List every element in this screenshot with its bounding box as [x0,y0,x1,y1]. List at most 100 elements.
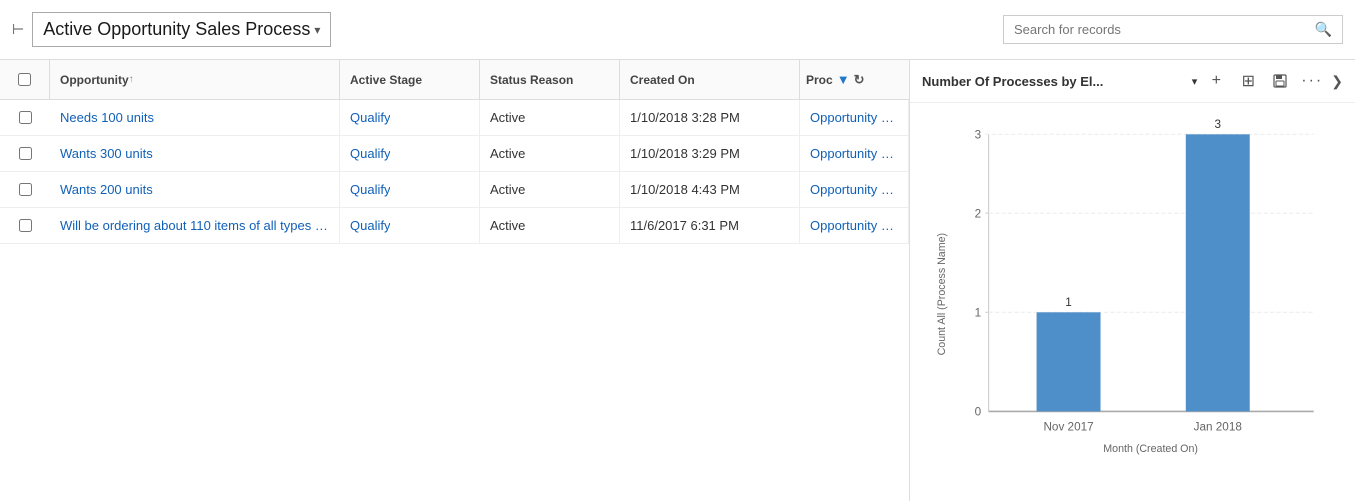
opportunity-link-2[interactable]: Wants 200 units [60,182,153,197]
table-row: Needs 100 units Qualify Active 1/10/2018… [0,100,909,136]
search-icon[interactable]: 🔍 [1315,21,1332,38]
header: ⊢ Active Opportunity Sales Process ▾ 🔍 [0,0,1355,60]
chart-grid-button[interactable]: ⊞ [1235,68,1261,94]
bar-jan-2018 [1186,134,1250,411]
title-dropdown[interactable]: Active Opportunity Sales Process ▾ [32,12,331,47]
y-tick-1: 1 [975,307,982,320]
column-label-status-reason: Status Reason [490,73,573,87]
column-header-status-reason[interactable]: Status Reason [480,60,620,99]
column-header-created-on[interactable]: Created On [620,60,800,99]
cell-opportunity-0: Needs 100 units [50,100,340,135]
cell-opportunity-2: Wants 200 units [50,172,340,207]
active-stage-link-1[interactable]: Qualify [350,146,390,161]
x-axis-label: Month (Created On) [1103,443,1198,455]
active-stage-link-0[interactable]: Qualify [350,110,390,125]
cell-active-stage-0: Qualify [340,100,480,135]
cell-proc-1: Opportunity Sa... [800,136,909,171]
row-checkbox-1[interactable] [0,136,50,171]
opportunity-link-1[interactable]: Wants 300 units [60,146,153,161]
chart-save-button[interactable] [1267,68,1293,94]
column-header-process[interactable]: Proc ▼ ↻ [800,60,909,99]
cell-status-0: Active [480,100,620,135]
x-label-jan: Jan 2018 [1194,421,1243,434]
cell-active-stage-3: Qualify [340,208,480,243]
chart-section: Number Of Processes by El... ▾ + ⊞ ··· ❯… [910,60,1355,501]
cell-proc-3: Opportunity Sa... [800,208,909,243]
chart-more-button[interactable]: ··· [1299,68,1325,94]
page-title: Active Opportunity Sales Process [43,19,310,40]
refresh-icon[interactable]: ↻ [854,72,865,88]
cell-created-0: 1/10/2018 3:28 PM [620,100,800,135]
search-box[interactable]: 🔍 [1003,15,1343,44]
y-tick-2: 2 [975,207,982,220]
chart-svg: Count All (Process Name) 0 1 2 3 [930,113,1335,475]
checkbox-2[interactable] [19,183,32,196]
table-row: Will be ordering about 110 items of all … [0,208,909,244]
select-all-column[interactable] [0,60,50,99]
created-text-2: 1/10/2018 4:43 PM [630,182,740,197]
filter-icon[interactable]: ▼ [837,72,850,87]
column-header-opportunity[interactable]: Opportunity ↑ [50,60,340,99]
opportunity-link-3[interactable]: Will be ordering about 110 items of all … [60,218,329,233]
column-label-active-stage: Active Stage [350,73,422,87]
cell-proc-0: Opportunity Sa... [800,100,909,135]
checkbox-0[interactable] [19,111,32,124]
table-header: Opportunity ↑ Active Stage Status Reason… [0,60,909,100]
column-label-opportunity: Opportunity [60,73,129,87]
cell-created-3: 11/6/2017 6:31 PM [620,208,800,243]
proc-link-2[interactable]: Opportunity Sa... [810,182,898,197]
cell-active-stage-2: Qualify [340,172,480,207]
table-row: Wants 300 units Qualify Active 1/10/2018… [0,136,909,172]
cell-proc-2: Opportunity Sa... [800,172,909,207]
cell-status-1: Active [480,136,620,171]
bar-nov-2017 [1037,312,1101,411]
chart-dropdown-icon[interactable]: ▾ [1192,75,1198,88]
select-all-checkbox[interactable] [18,73,31,86]
table-section: Opportunity ↑ Active Stage Status Reason… [0,60,910,501]
column-header-active-stage[interactable]: Active Stage [340,60,480,99]
cell-opportunity-3: Will be ordering about 110 items of all … [50,208,340,243]
proc-link-1[interactable]: Opportunity Sa... [810,146,898,161]
chevron-down-icon: ▾ [314,23,320,37]
active-stage-link-2[interactable]: Qualify [350,182,390,197]
cell-status-2: Active [480,172,620,207]
chart-add-button[interactable]: + [1203,68,1229,94]
active-stage-link-3[interactable]: Qualify [350,218,390,233]
row-checkbox-2[interactable] [0,172,50,207]
pin-icon: ⊢ [12,21,24,38]
search-input[interactable] [1014,22,1315,37]
main-content: Opportunity ↑ Active Stage Status Reason… [0,60,1355,501]
opportunity-link-0[interactable]: Needs 100 units [60,110,154,125]
bar-label-nov: 1 [1065,296,1072,309]
row-checkbox-3[interactable] [0,208,50,243]
proc-link-3[interactable]: Opportunity Sa... [810,218,898,233]
y-axis-label: Count All (Process Name) [936,233,948,355]
checkbox-1[interactable] [19,147,32,160]
status-text-3: Active [490,218,525,233]
table-body: Needs 100 units Qualify Active 1/10/2018… [0,100,909,501]
y-tick-0: 0 [975,406,982,419]
cell-created-1: 1/10/2018 3:29 PM [620,136,800,171]
bar-label-jan: 3 [1214,118,1221,131]
cell-opportunity-1: Wants 300 units [50,136,340,171]
chart-area: Count All (Process Name) 0 1 2 3 [910,103,1355,501]
status-text-2: Active [490,182,525,197]
cell-active-stage-1: Qualify [340,136,480,171]
y-tick-3: 3 [975,129,982,142]
status-text-0: Active [490,110,525,125]
row-checkbox-0[interactable] [0,100,50,135]
dots-icon: ··· [1301,72,1323,90]
chart-header: Number Of Processes by El... ▾ + ⊞ ··· ❯ [910,60,1355,103]
header-left: ⊢ Active Opportunity Sales Process ▾ [12,12,331,47]
proc-link-0[interactable]: Opportunity Sa... [810,110,898,125]
created-text-3: 11/6/2017 6:31 PM [630,218,739,233]
sort-icon: ↑ [129,74,134,85]
x-label-nov: Nov 2017 [1043,421,1093,434]
column-label-process: Proc [806,73,833,87]
chart-expand-icon[interactable]: ❯ [1331,73,1343,90]
checkbox-3[interactable] [19,219,32,232]
created-text-1: 1/10/2018 3:29 PM [630,146,740,161]
cell-created-2: 1/10/2018 4:43 PM [620,172,800,207]
table-row: Wants 200 units Qualify Active 1/10/2018… [0,172,909,208]
column-label-created-on: Created On [630,73,695,87]
